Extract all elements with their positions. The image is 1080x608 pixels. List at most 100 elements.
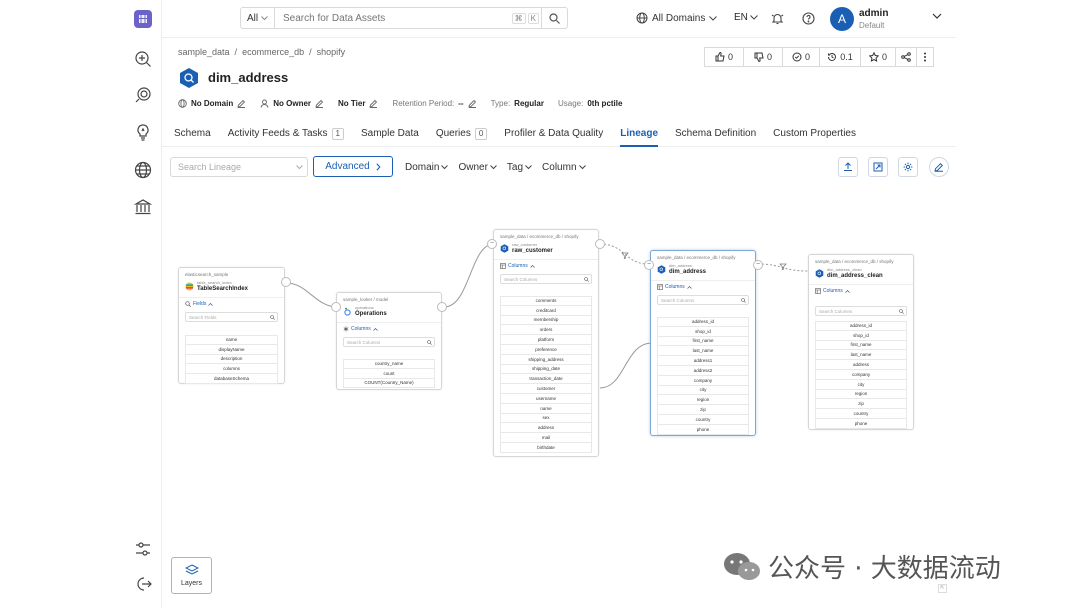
node-column-row[interactable]: comments (500, 296, 592, 306)
lineage-node-operations[interactable]: sample_looker / model operations Operati… (336, 292, 442, 390)
node-column-row[interactable]: phone (657, 424, 749, 435)
explore-icon[interactable] (132, 48, 154, 70)
app-logo-icon[interactable] (132, 8, 154, 30)
node-columns-toggle[interactable]: Columns (657, 284, 692, 290)
node-collapse-handle[interactable]: − (487, 239, 497, 249)
node-column-row[interactable]: phone (815, 418, 907, 429)
tab-queries[interactable]: Queries 0 (436, 123, 488, 147)
breadcrumb-link-service[interactable]: sample_data (178, 47, 230, 57)
node-expand-handle[interactable] (437, 302, 447, 312)
node-column-search[interactable]: Search Columns (343, 337, 435, 347)
node-column-row[interactable]: mail (500, 433, 592, 443)
lineage-node-search-index[interactable]: elasticsearch_sample table_search_index … (178, 267, 285, 384)
node-column-row[interactable]: country (815, 409, 907, 419)
node-column-row[interactable]: address_id (657, 317, 749, 327)
edit-pencil-icon[interactable] (237, 99, 246, 108)
node-expand-handle[interactable] (595, 239, 605, 249)
more-options-button[interactable] (916, 47, 934, 67)
node-columns-toggle[interactable]: Columns (343, 326, 378, 332)
filter-column[interactable]: Column (542, 162, 586, 173)
edit-pencil-icon[interactable] (369, 99, 378, 108)
node-column-row[interactable]: username (500, 393, 592, 404)
node-column-row[interactable]: address (500, 423, 592, 434)
node-columns-toggle[interactable]: Columns (815, 288, 850, 294)
share-button[interactable] (895, 47, 917, 67)
node-column-row[interactable]: city (657, 385, 749, 396)
node-field-row[interactable]: name (185, 335, 278, 345)
advanced-filter-button[interactable]: Advanced (313, 156, 393, 177)
domains-globe-icon[interactable] (132, 159, 154, 181)
node-column-row[interactable]: last_name (657, 346, 749, 357)
node-column-row[interactable]: address2 (657, 365, 749, 376)
node-collapse-handle[interactable]: − (753, 260, 763, 270)
tab-sample-data[interactable]: Sample Data (361, 123, 419, 147)
node-fields-toggle[interactable]: Fields (185, 301, 214, 307)
chevron-down-icon[interactable] (932, 13, 942, 19)
logout-icon[interactable] (132, 573, 154, 595)
node-column-row[interactable]: shop_id (657, 326, 749, 337)
help-icon[interactable] (800, 10, 816, 26)
edit-lineage-button[interactable] (929, 157, 949, 177)
node-column-row[interactable]: first_name (815, 340, 907, 351)
lineage-node-dim-address-clean[interactable]: sample_data / ecommerce_db / shopify dim… (808, 254, 914, 430)
lineage-node-raw-customer[interactable]: sample_data / ecommerce_db / shopify raw… (493, 229, 599, 457)
node-column-row[interactable]: customer (500, 384, 592, 394)
tab-profiler[interactable]: Profiler & Data Quality (504, 123, 603, 147)
tab-schema[interactable]: Schema (174, 123, 211, 147)
node-column-row[interactable]: COUNT(Country_Name) (343, 378, 435, 389)
node-column-row[interactable]: shipping_date (500, 364, 592, 375)
governance-icon[interactable] (132, 196, 154, 218)
node-column-row[interactable]: orders (500, 325, 592, 336)
node-column-row[interactable]: address_id (815, 321, 907, 331)
node-column-row[interactable]: first_name (657, 336, 749, 347)
observability-icon[interactable] (132, 84, 154, 106)
node-column-row[interactable]: count (343, 368, 435, 379)
breadcrumb-link-database[interactable]: ecommerce_db (242, 47, 304, 57)
insights-icon[interactable] (132, 121, 154, 143)
node-column-row[interactable]: transaction_date (500, 374, 592, 385)
node-column-row[interactable]: shipping_address (500, 354, 592, 365)
node-field-row[interactable]: displayName (185, 344, 278, 355)
domain-selector[interactable]: All Domains (636, 12, 718, 24)
tab-activity-feeds[interactable]: Activity Feeds & Tasks 1 (228, 123, 344, 147)
edit-pencil-icon[interactable] (315, 99, 324, 108)
node-field-row[interactable]: databaseSchema (185, 374, 278, 384)
global-search-input[interactable] (275, 8, 512, 28)
node-column-row[interactable]: company (815, 369, 907, 380)
node-column-row[interactable]: last_name (815, 350, 907, 361)
node-column-row[interactable]: zip (657, 405, 749, 415)
settings-sliders-icon[interactable] (132, 538, 154, 560)
breadcrumb-link-schema[interactable]: shopify (317, 47, 346, 57)
tab-schema-definition[interactable]: Schema Definition (675, 123, 756, 147)
node-expand-handle[interactable] (281, 277, 291, 287)
filter-tag[interactable]: Tag (507, 162, 532, 173)
star-button[interactable]: 0 (860, 47, 896, 67)
node-column-search[interactable]: Search Columns (815, 306, 907, 316)
version-button[interactable]: 0.1 (819, 47, 861, 67)
node-column-row[interactable]: name (500, 403, 592, 414)
follow-button[interactable]: 0 (782, 47, 820, 67)
edit-pencil-icon[interactable] (467, 99, 477, 108)
node-column-row[interactable]: company (657, 375, 749, 386)
user-avatar[interactable]: A (830, 7, 854, 31)
lineage-settings-button[interactable] (898, 157, 918, 177)
search-scope-select[interactable]: All (241, 8, 275, 28)
search-button[interactable] (541, 8, 567, 28)
filter-domain[interactable]: Domain (405, 162, 449, 173)
node-column-row[interactable]: address1 (657, 356, 749, 366)
node-column-row[interactable]: preference (500, 344, 592, 355)
node-column-row[interactable]: region (657, 395, 749, 406)
tab-lineage[interactable]: Lineage (620, 123, 659, 147)
node-column-row[interactable]: address (815, 360, 907, 370)
node-field-row[interactable]: description (185, 354, 278, 365)
node-column-row[interactable]: membership (500, 315, 592, 326)
notification-bell-icon[interactable] (769, 10, 785, 26)
node-column-row[interactable]: country (657, 414, 749, 425)
language-selector[interactable]: EN (734, 12, 758, 23)
node-field-search[interactable]: Search Fields (185, 312, 278, 322)
filter-owner[interactable]: Owner (458, 162, 497, 173)
upvote-button[interactable]: 0 (704, 47, 744, 67)
downvote-button[interactable]: 0 (743, 47, 783, 67)
node-column-row[interactable]: zip (815, 399, 907, 410)
node-column-row[interactable]: city (815, 379, 907, 390)
